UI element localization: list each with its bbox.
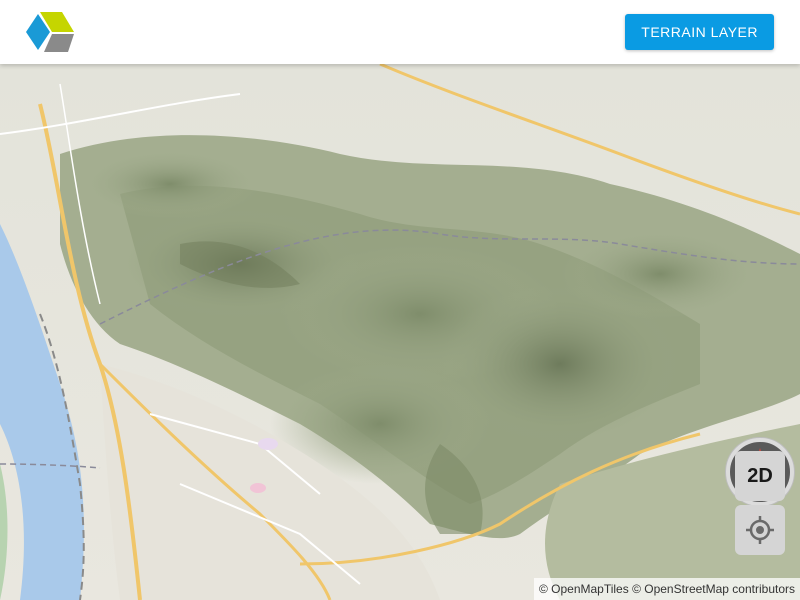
poi-area xyxy=(250,483,266,493)
top-bar: TERRAIN LAYER xyxy=(0,0,800,64)
locate-icon xyxy=(746,516,774,544)
toggle-2d-button[interactable]: 2D xyxy=(735,451,785,501)
app-logo[interactable] xyxy=(26,10,74,54)
map-canvas[interactable]: 2D © OpenMapTiles © OpenStreetMap contri… xyxy=(0,64,800,600)
logo-icon xyxy=(26,12,74,52)
terrain-layer-button[interactable]: TERRAIN LAYER xyxy=(625,14,774,50)
map-attribution: © OpenMapTiles © OpenStreetMap contribut… xyxy=(533,578,800,600)
openstreetmap-link[interactable]: © OpenStreetMap contributors xyxy=(632,582,795,596)
terrain-map[interactable] xyxy=(0,64,800,600)
poi-area-2 xyxy=(258,438,278,450)
openmaptiles-link[interactable]: © OpenMapTiles xyxy=(539,582,629,596)
locate-button[interactable] xyxy=(735,505,785,555)
